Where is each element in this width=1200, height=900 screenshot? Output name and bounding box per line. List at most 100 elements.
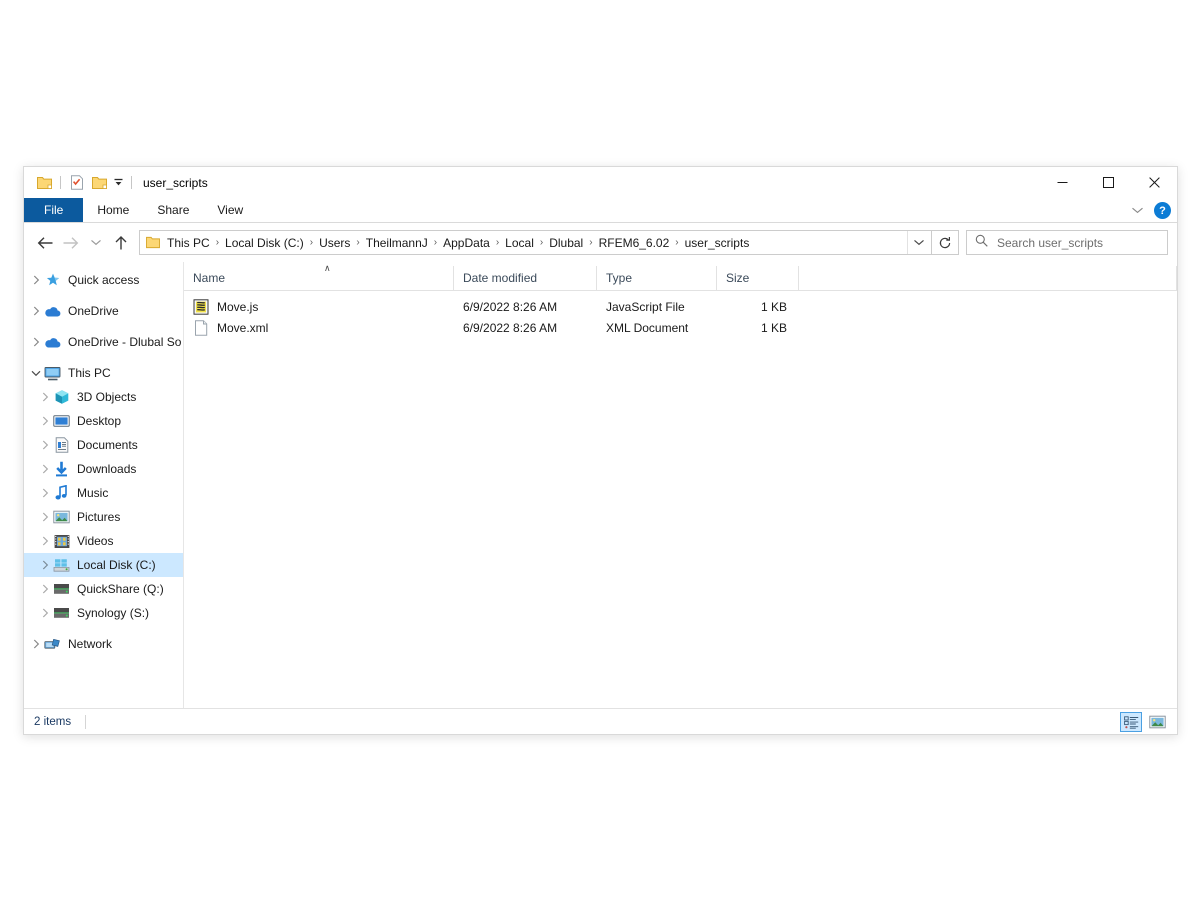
breadcrumb-separator[interactable]: ›: [354, 237, 361, 248]
sidebar-item-label: Network: [68, 637, 112, 651]
chevron-right-icon[interactable]: [28, 268, 44, 292]
sidebar-item-pictures[interactable]: Pictures: [24, 505, 183, 529]
file-name-cell[interactable]: Move.js: [184, 299, 454, 315]
tab-file[interactable]: File: [24, 198, 83, 222]
qat-separator-2: [131, 176, 132, 189]
properties-icon[interactable]: [66, 172, 88, 194]
chevron-right-icon[interactable]: [37, 601, 53, 625]
column-header-name[interactable]: Name: [184, 266, 454, 290]
breadcrumb-item-users[interactable]: Users: [315, 234, 354, 252]
sidebar-item-local-disk-c[interactable]: Local Disk (C:): [24, 553, 183, 577]
item-count-label: 2 items: [34, 716, 71, 728]
sidebar-item-downloads[interactable]: Downloads: [24, 457, 183, 481]
breadcrumb-item-appdata[interactable]: AppData: [439, 234, 494, 252]
breadcrumb-separator[interactable]: ›: [214, 237, 221, 248]
breadcrumb-separator[interactable]: ›: [308, 237, 315, 248]
system-menu-folder-icon[interactable]: [33, 172, 55, 194]
address-bar: This PC › Local Disk (C:) › Users › Thei…: [24, 223, 1177, 262]
table-row[interactable]: Move.js 6/9/2022 8:26 AM JavaScript File…: [184, 296, 1177, 317]
tab-view[interactable]: View: [203, 198, 257, 222]
sidebar-item-onedrive[interactable]: OneDrive: [24, 299, 183, 323]
help-button[interactable]: ?: [1154, 202, 1171, 219]
sidebar-item-desktop[interactable]: Desktop: [24, 409, 183, 433]
tab-share[interactable]: Share: [143, 198, 203, 222]
search-input[interactable]: Search user_scripts: [997, 236, 1103, 250]
large-icons-view-button[interactable]: [1146, 712, 1168, 732]
breadcrumb-dropdown-chevron-icon[interactable]: [907, 231, 929, 254]
recent-locations-chevron-icon[interactable]: [83, 230, 108, 255]
title-bar: user_scripts: [24, 167, 1177, 198]
sidebar-item-label: 3D Objects: [77, 390, 136, 404]
chevron-right-icon[interactable]: [37, 385, 53, 409]
chevron-right-icon[interactable]: [37, 409, 53, 433]
chevron-right-icon[interactable]: [37, 577, 53, 601]
refresh-button[interactable]: [932, 230, 959, 255]
sidebar-item-label: Desktop: [77, 414, 121, 428]
networkdrive-icon: [53, 605, 70, 622]
customize-qat-chevron-icon[interactable]: [110, 172, 126, 194]
column-header-date-modified[interactable]: Date modified: [454, 266, 597, 290]
sidebar-item-network[interactable]: Network: [24, 632, 183, 656]
sidebar-item-documents[interactable]: Documents: [24, 433, 183, 457]
breadcrumb-separator[interactable]: ›: [494, 237, 501, 248]
back-button[interactable]: [33, 230, 58, 255]
tab-home[interactable]: Home: [83, 198, 143, 222]
file-name-cell[interactable]: Move.xml: [184, 320, 454, 336]
breadcrumb-item-user-scripts[interactable]: user_scripts: [681, 234, 754, 252]
javascript-file-icon: [193, 299, 209, 315]
chevron-right-icon[interactable]: [37, 529, 53, 553]
sidebar-item-label: OneDrive - Dlubal So: [68, 335, 181, 349]
expand-ribbon-chevron-icon[interactable]: [1131, 202, 1144, 220]
forward-button[interactable]: [58, 230, 83, 255]
breadcrumb[interactable]: This PC › Local Disk (C:) › Users › Thei…: [139, 230, 932, 255]
table-row[interactable]: Move.xml 6/9/2022 8:26 AM XML Document 1…: [184, 317, 1177, 338]
chevron-right-icon[interactable]: [37, 433, 53, 457]
chevron-right-icon[interactable]: [37, 553, 53, 577]
chevron-right-icon[interactable]: [28, 632, 44, 656]
maximize-button[interactable]: [1085, 167, 1131, 198]
breadcrumb-item-rfem6[interactable]: RFEM6_6.02: [595, 234, 674, 252]
xml-file-icon: [193, 320, 209, 336]
video-icon: [53, 533, 70, 550]
sidebar-item-label: Synology (S:): [77, 606, 149, 620]
file-list-pane: ∧ Name Date modified Type Size: [184, 262, 1177, 708]
breadcrumb-separator[interactable]: ›: [432, 237, 439, 248]
breadcrumb-separator[interactable]: ›: [538, 237, 545, 248]
chevron-right-icon[interactable]: [37, 457, 53, 481]
details-view-button[interactable]: [1120, 712, 1142, 732]
sidebar-item-label: Videos: [77, 534, 113, 548]
new-folder-icon[interactable]: [88, 172, 110, 194]
breadcrumb-separator[interactable]: ›: [673, 237, 680, 248]
ribbon-tab-bar: File Home Share View ?: [24, 198, 1177, 223]
breadcrumb-item-local-disk-c[interactable]: Local Disk (C:): [221, 234, 308, 252]
breadcrumb-item-local[interactable]: Local: [501, 234, 538, 252]
sidebar-item-quick-access[interactable]: Quick access: [24, 268, 183, 292]
column-header-spacer: [799, 266, 1177, 290]
column-header-size[interactable]: Size: [717, 266, 799, 290]
chevron-right-icon[interactable]: [37, 505, 53, 529]
sidebar-item-3d-objects[interactable]: 3D Objects: [24, 385, 183, 409]
sidebar-item-music[interactable]: Music: [24, 481, 183, 505]
cloud-icon: [44, 303, 61, 320]
breadcrumb-item-this-pc[interactable]: This PC: [163, 234, 214, 252]
breadcrumb-item-theilmannj[interactable]: TheilmannJ: [362, 234, 432, 252]
search-box[interactable]: Search user_scripts: [966, 230, 1168, 255]
minimize-button[interactable]: [1039, 167, 1085, 198]
sidebar-item-onedrive-dlubal[interactable]: OneDrive - Dlubal So: [24, 330, 183, 354]
chevron-down-icon[interactable]: [28, 361, 44, 385]
sidebar-item-this-pc[interactable]: This PC: [24, 361, 183, 385]
sidebar-item-videos[interactable]: Videos: [24, 529, 183, 553]
sidebar-item-synology-s[interactable]: Synology (S:): [24, 601, 183, 625]
sidebar-item-quickshare-q[interactable]: QuickShare (Q:): [24, 577, 183, 601]
chevron-right-icon[interactable]: [28, 299, 44, 323]
close-button[interactable]: [1131, 167, 1177, 198]
sidebar-item-label: Local Disk (C:): [77, 558, 156, 572]
window-title: user_scripts: [143, 176, 208, 190]
breadcrumb-separator[interactable]: ›: [587, 237, 594, 248]
chevron-right-icon[interactable]: [28, 330, 44, 354]
breadcrumb-item-dlubal[interactable]: Dlubal: [545, 234, 587, 252]
column-header-type[interactable]: Type: [597, 266, 717, 290]
up-button[interactable]: [108, 230, 133, 255]
monitor-icon: [44, 365, 61, 382]
chevron-right-icon[interactable]: [37, 481, 53, 505]
